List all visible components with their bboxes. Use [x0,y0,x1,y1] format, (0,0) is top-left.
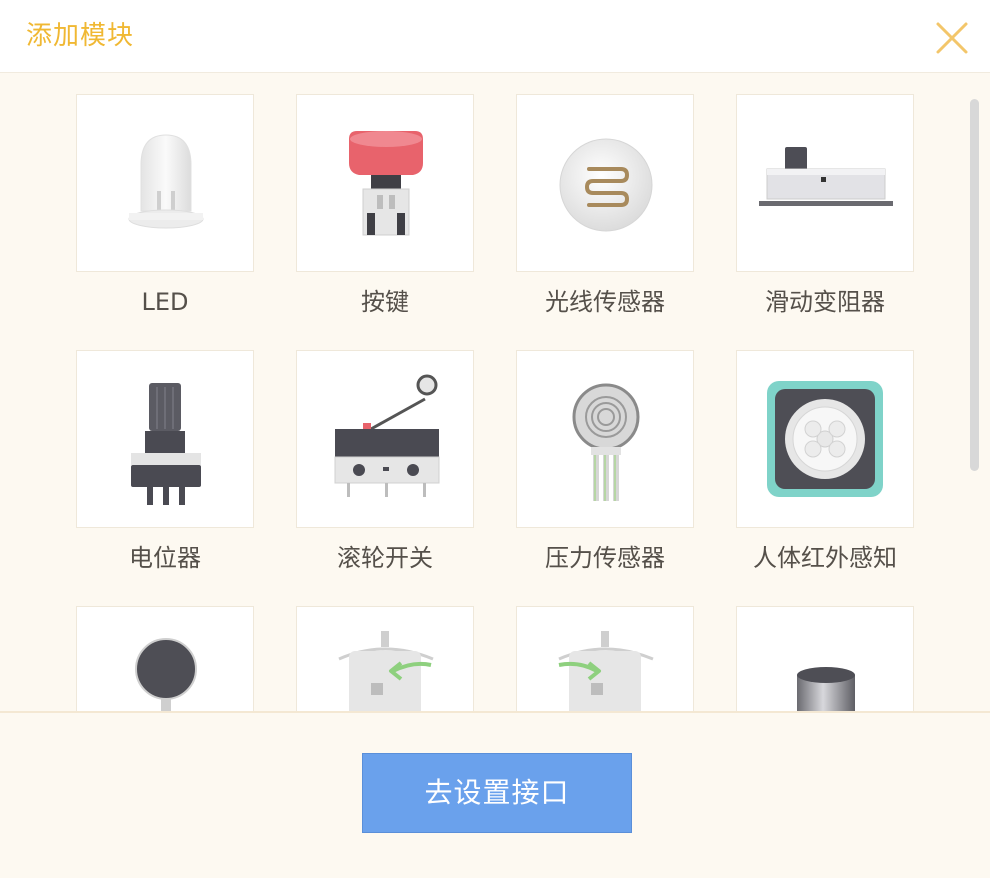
module-tile-servo-ccw[interactable] [296,606,474,711]
sound-sensor-icon [135,638,197,711]
servo-ccw-icon [338,631,434,711]
module-tile-slide-rheostat[interactable] [736,94,914,272]
module-tile-button[interactable] [296,94,474,272]
module-tile-cylinder[interactable] [736,606,914,711]
add-module-dialog: 添加模块 LED 按键 光线传感器 滑动变阻器 电位器 滚轮开关 压力传感器 人… [0,0,990,878]
module-tile-pressure-sensor[interactable] [516,350,694,528]
module-tile-potentiometer[interactable] [76,350,254,528]
module-label-potentiometer[interactable]: 电位器 [55,542,275,574]
slide-rheostat-icon [759,147,893,206]
module-label-pressure-sensor[interactable]: 压力传感器 [495,542,715,574]
push-button-icon [349,131,423,236]
module-grid: LED 按键 光线传感器 滑动变阻器 电位器 滚轮开关 压力传感器 人体红外感知 [0,73,990,711]
module-tile-led[interactable] [76,94,254,272]
module-label-pir-sensor[interactable]: 人体红外感知 [715,542,935,574]
module-tile-roller-switch[interactable] [296,350,474,528]
module-label-button[interactable]: 按键 [275,286,495,318]
potentiometer-icon [131,383,201,505]
module-tile-pir-sensor[interactable] [736,350,914,528]
module-label-light-sensor[interactable]: 光线传感器 [495,286,715,318]
pir-sensor-icon [767,381,883,497]
pressure-sensor-icon [572,383,640,501]
set-interface-button[interactable]: 去设置接口 [362,753,632,833]
dialog-header: 添加模块 [0,0,990,73]
close-icon[interactable] [932,18,972,58]
module-tile-servo-cw[interactable] [516,606,694,711]
led-icon [128,134,204,229]
light-sensor-icon [559,138,653,232]
cylinder-module-icon [797,667,855,711]
roller-switch-icon [334,374,440,497]
module-tile-sound-sensor[interactable] [76,606,254,711]
dialog-title: 添加模块 [26,21,135,51]
scrollbar-thumb[interactable] [970,99,979,471]
module-label-slide-rheostat[interactable]: 滑动变阻器 [715,286,935,318]
module-label-led[interactable]: LED [55,286,275,318]
servo-cw-icon [558,631,654,711]
module-tile-light-sensor[interactable] [516,94,694,272]
module-label-roller-switch[interactable]: 滚轮开关 [275,542,495,574]
